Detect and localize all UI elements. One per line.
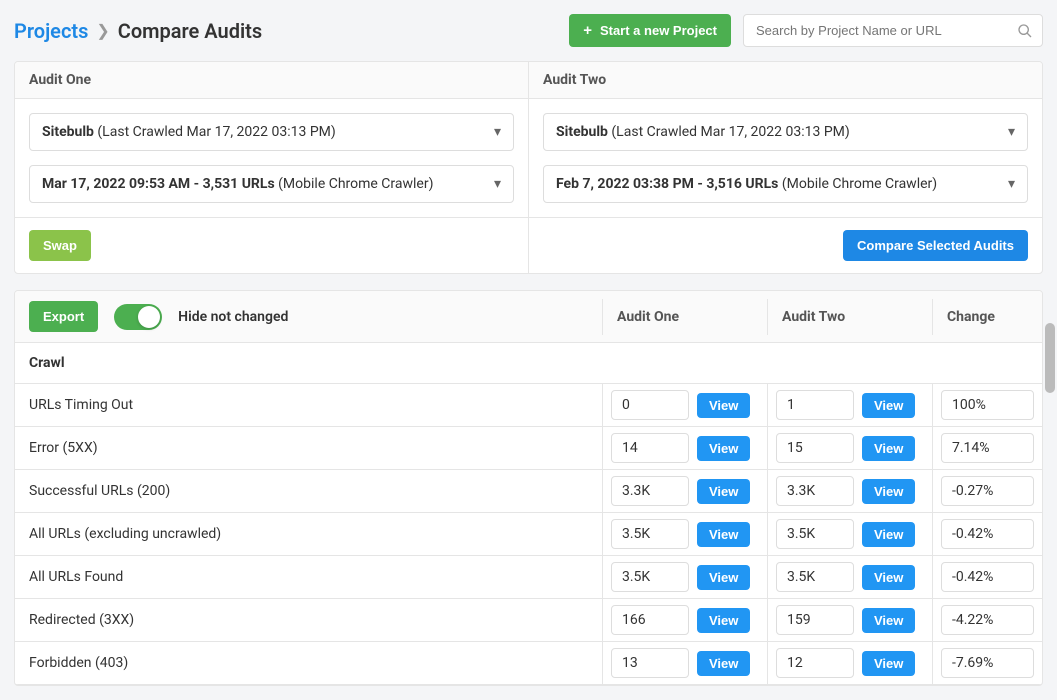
audit-two-header: Audit Two [529,62,1042,99]
change-value: -0.42% [941,562,1034,592]
swap-button[interactable]: Swap [29,230,91,261]
view-audit-two-button[interactable]: View [862,479,915,504]
audit-one-audit-meta: (Mobile Chrome Crawler) [275,176,434,192]
view-audit-two-button[interactable]: View [862,436,915,461]
audit-one-value: 14 [611,433,689,463]
view-audit-one-button[interactable]: View [697,608,750,633]
audit-one-value: 0 [611,390,689,420]
breadcrumb: Projects ❯ Compare Audits [14,19,262,43]
audit-one-project-name: Sitebulb [42,124,94,140]
change-value: 7.14% [941,433,1034,463]
search-icon [1017,23,1033,39]
audit-two-value: 3.3K [776,476,854,506]
section-crawl: Crawl [15,343,1042,384]
metric-name: URLs Timing Out [15,387,602,423]
search-input[interactable] [743,14,1043,47]
breadcrumb-projects-link[interactable]: Projects [14,19,88,43]
comparison-table: Export Hide not changed Audit One Audit … [14,290,1043,686]
audit-two-audit-select[interactable]: Feb 7, 2022 03:38 PM - 3,516 URLs (Mobil… [543,165,1028,203]
page-title: Compare Audits [118,19,262,43]
audit-two-value: 159 [776,605,854,635]
view-audit-one-button[interactable]: View [697,651,750,676]
audit-one-value: 166 [611,605,689,635]
hide-not-changed-label: Hide not changed [178,309,288,325]
compare-button[interactable]: Compare Selected Audits [843,230,1028,261]
table-row: Forbidden (403) 13 View 12 View -7.69% [15,642,1042,685]
audit-two-value: 12 [776,648,854,678]
audit-two-value: 1 [776,390,854,420]
metric-name: All URLs (excluding uncrawled) [15,516,602,552]
caret-down-icon: ▾ [1008,124,1015,140]
audit-one-value: 3.3K [611,476,689,506]
toggle-knob [138,306,160,328]
view-audit-one-button[interactable]: View [697,393,750,418]
audit-one-value: 13 [611,648,689,678]
column-header-audit-one: Audit One [602,299,767,335]
audit-two-project-meta: (Last Crawled Mar 17, 2022 03:13 PM) [608,124,850,140]
column-header-audit-two: Audit Two [767,299,932,335]
audit-one-value: 3.5K [611,562,689,592]
export-button[interactable]: Export [29,301,98,332]
table-row: URLs Timing Out 0 View 1 View 100% [15,384,1042,427]
audit-one-value: 3.5K [611,519,689,549]
start-project-label: Start a new Project [600,23,717,38]
view-audit-two-button[interactable]: View [862,522,915,547]
view-audit-one-button[interactable]: View [697,479,750,504]
plus-icon: + [583,22,592,39]
table-row: All URLs Found 3.5K View 3.5K View -0.42… [15,556,1042,599]
metric-name: Error (5XX) [15,430,602,466]
metric-name: Forbidden (403) [15,645,602,681]
audit-two-audit-main: Feb 7, 2022 03:38 PM - 3,516 URLs [556,176,778,192]
change-value: -0.27% [941,476,1034,506]
start-project-button[interactable]: + Start a new Project [569,14,731,47]
audit-two-value: 3.5K [776,519,854,549]
change-value: 100% [941,390,1034,420]
change-value: -0.42% [941,519,1034,549]
audit-select-panel: Audit One Sitebulb (Last Crawled Mar 17,… [14,61,1043,274]
metric-name: Redirected (3XX) [15,602,602,638]
caret-down-icon: ▾ [1008,176,1015,192]
audit-two-value: 3.5K [776,562,854,592]
audit-one-audit-main: Mar 17, 2022 09:53 AM - 3,531 URLs [42,176,275,192]
view-audit-one-button[interactable]: View [697,565,750,590]
audit-one-audit-select[interactable]: Mar 17, 2022 09:53 AM - 3,531 URLs (Mobi… [29,165,514,203]
column-header-change: Change [932,299,1042,335]
chevron-right-icon: ❯ [96,21,109,40]
view-audit-two-button[interactable]: View [862,393,915,418]
audit-two-project-name: Sitebulb [556,124,608,140]
table-row: Error (5XX) 14 View 15 View 7.14% [15,427,1042,470]
view-audit-two-button[interactable]: View [862,565,915,590]
hide-not-changed-toggle[interactable] [114,304,162,330]
caret-down-icon: ▾ [494,124,501,140]
scrollbar-thumb[interactable] [1045,323,1055,393]
change-value: -7.69% [941,648,1034,678]
audit-two-value: 15 [776,433,854,463]
caret-down-icon: ▾ [494,176,501,192]
audit-one-project-select[interactable]: Sitebulb (Last Crawled Mar 17, 2022 03:1… [29,113,514,151]
view-audit-one-button[interactable]: View [697,436,750,461]
view-audit-one-button[interactable]: View [697,522,750,547]
metric-name: All URLs Found [15,559,602,595]
audit-two-project-select[interactable]: Sitebulb (Last Crawled Mar 17, 2022 03:1… [543,113,1028,151]
change-value: -4.22% [941,605,1034,635]
table-row: All URLs (excluding uncrawled) 3.5K View… [15,513,1042,556]
audit-one-header: Audit One [15,62,528,99]
audit-one-project-meta: (Last Crawled Mar 17, 2022 03:13 PM) [94,124,336,140]
view-audit-two-button[interactable]: View [862,651,915,676]
table-row: Redirected (3XX) 166 View 159 View -4.22… [15,599,1042,642]
audit-two-audit-meta: (Mobile Chrome Crawler) [778,176,937,192]
metric-name: Successful URLs (200) [15,473,602,509]
view-audit-two-button[interactable]: View [862,608,915,633]
table-row: Successful URLs (200) 3.3K View 3.3K Vie… [15,470,1042,513]
